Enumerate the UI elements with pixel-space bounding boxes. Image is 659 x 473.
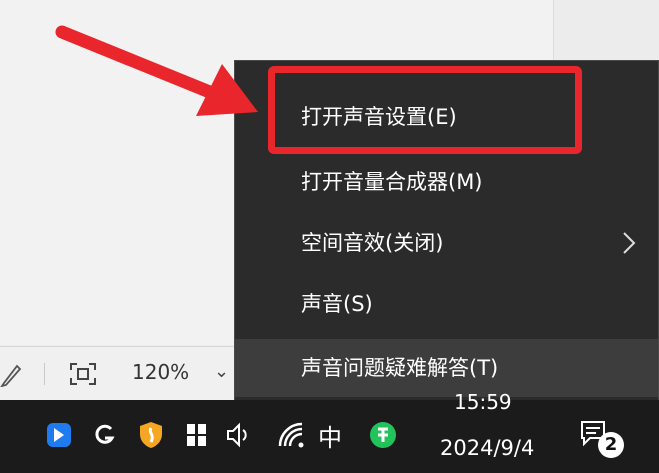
menu-item-label: 空间音效(关闭) (301, 231, 444, 255)
chevron-right-icon (623, 232, 636, 254)
grid-app-icon[interactable] (182, 420, 212, 450)
speaker-icon[interactable] (224, 420, 254, 450)
notification-count-badge: 2 (598, 432, 624, 458)
menu-item-label: 打开音量合成器(M) (301, 170, 483, 194)
menu-item-label: 声音(S) (301, 292, 373, 316)
security-shield-icon[interactable] (136, 420, 166, 450)
menu-item-spatial-sound[interactable]: 空间音效(关闭) (235, 214, 658, 272)
wifi-icon[interactable] (276, 420, 306, 450)
app-status-bar: 120% ⌄ (0, 346, 240, 401)
taskbar: 15:59 中 2024/9/4 2 (0, 390, 659, 473)
ime-indicator[interactable]: 中 (318, 418, 342, 453)
green-app-icon[interactable] (368, 420, 398, 450)
menu-item-troubleshoot-sound[interactable]: 声音问题疑难解答(T) (235, 339, 658, 397)
zoom-level[interactable]: 120% (132, 360, 189, 384)
feishu-icon[interactable] (44, 420, 74, 450)
fit-to-screen-icon[interactable] (68, 361, 98, 387)
divider (44, 363, 45, 385)
menu-item-sound[interactable]: 声音(S) (235, 275, 658, 333)
g-icon[interactable] (90, 420, 120, 450)
pen-icon[interactable] (0, 361, 22, 387)
menu-item-open-volume-mixer[interactable]: 打开音量合成器(M) (235, 153, 658, 211)
clock-time[interactable]: 15:59 (454, 390, 512, 414)
chevron-down-icon[interactable]: ⌄ (214, 361, 229, 382)
clock-date[interactable]: 2024/9/4 (440, 436, 534, 460)
menu-item-label: 声音问题疑难解答(T) (301, 356, 499, 380)
annotation-highlight-box (268, 66, 582, 154)
